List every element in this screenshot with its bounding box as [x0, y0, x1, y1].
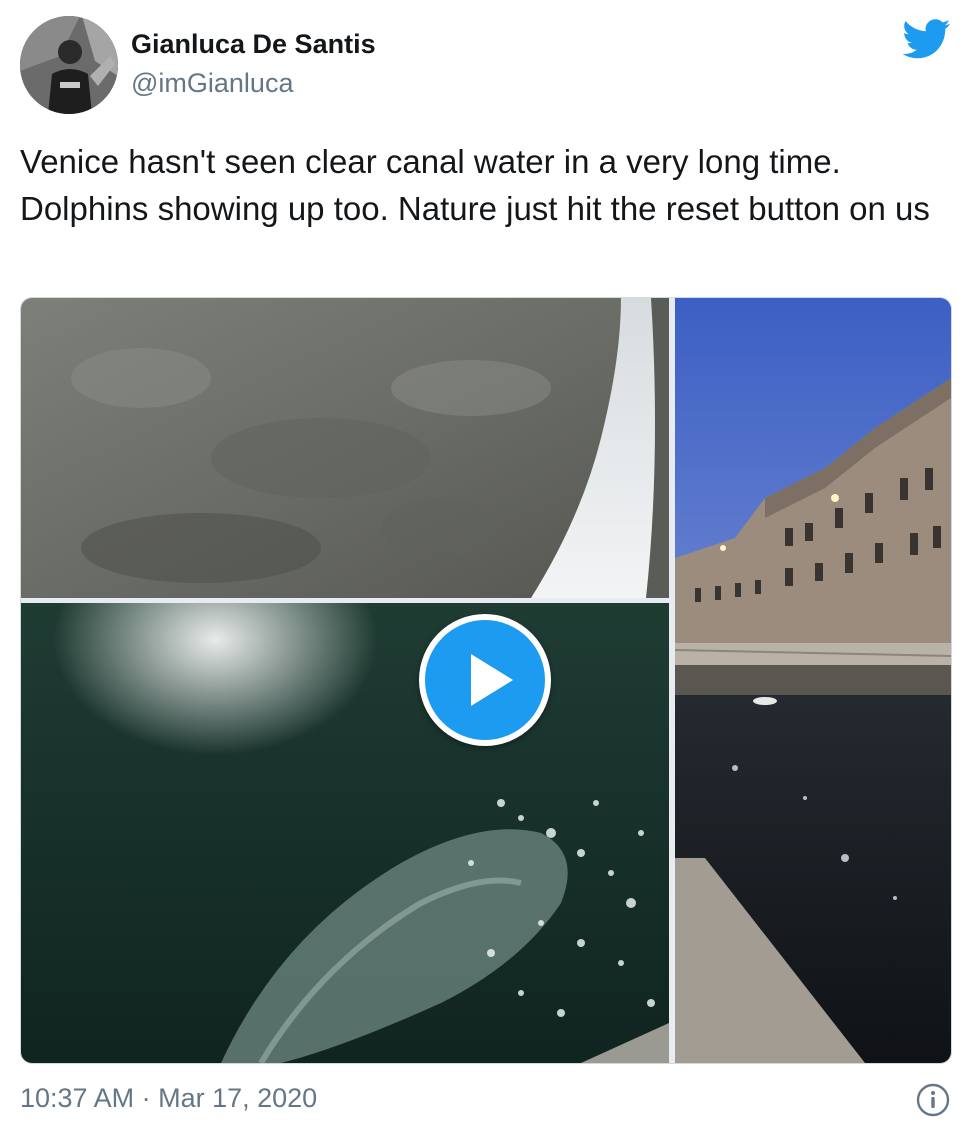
tweet-timestamp[interactable]: 10:37 AM · Mar 17, 2020 — [20, 1083, 317, 1114]
media-photo-rock-wall[interactable] — [21, 298, 669, 598]
info-icon[interactable] — [916, 1083, 950, 1117]
tweet-text: Venice hasn't seen clear canal water in … — [20, 143, 930, 227]
play-icon — [471, 654, 513, 706]
tweet-card: Gianluca De Santis @imGianluca Venice ha… — [0, 0, 968, 1124]
avatar[interactable] — [20, 16, 118, 114]
author-handle[interactable]: @imGianluca — [131, 68, 293, 99]
media-video-dolphin[interactable] — [21, 603, 669, 1063]
media-grid — [20, 297, 952, 1064]
author-name[interactable]: Gianluca De Santis — [131, 29, 376, 60]
twitter-bird-icon[interactable] — [902, 19, 951, 59]
play-button[interactable] — [419, 614, 551, 746]
media-photo-canal[interactable] — [675, 298, 951, 1063]
